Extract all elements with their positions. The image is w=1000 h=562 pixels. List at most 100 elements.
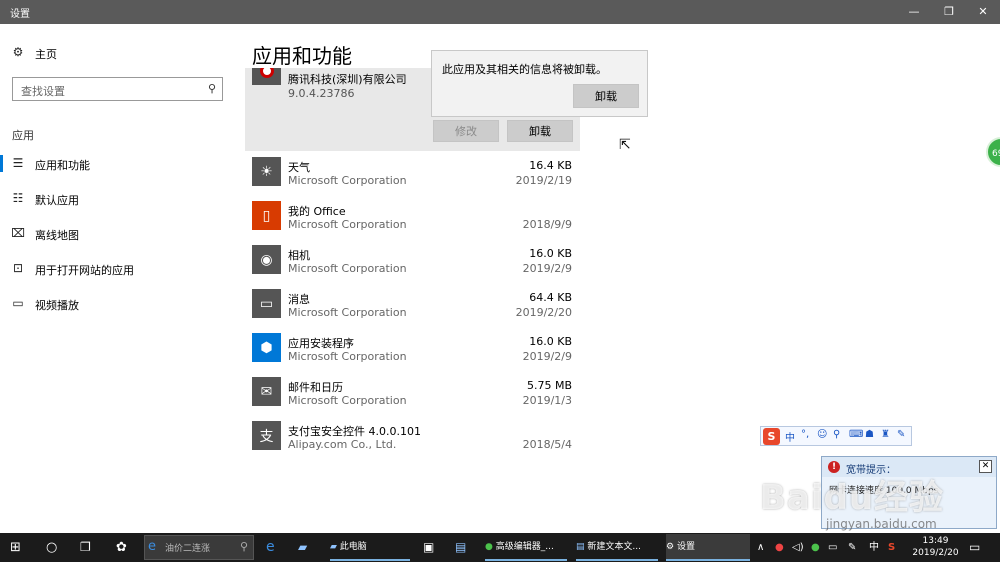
sidebar-item-home[interactable]: ⚙ 主页 — [0, 38, 240, 68]
sidebar-item-apps-features[interactable]: ☰ 应用和功能 — [0, 149, 240, 179]
tray-ime-indicator[interactable]: 中 — [869, 533, 879, 562]
sidebar-item-offline-maps[interactable]: ⌧ 离线地图 — [0, 219, 240, 249]
edge-icon: e — [148, 539, 156, 554]
pinwheel-icon[interactable]: ✿ — [116, 533, 127, 562]
app-publisher: Microsoft Corporation — [288, 350, 407, 363]
package-icon: ⬢ — [252, 333, 281, 362]
apps-list-icon: ☰ — [12, 156, 24, 170]
sidebar-item-label: 离线地图 — [35, 229, 79, 242]
app-publisher: Microsoft Corporation — [288, 218, 407, 231]
app-list-item[interactable]: ▯ 我的 Office Microsoft Corporation 2018/9/9 — [245, 199, 580, 243]
sidebar-item-video-playback[interactable]: ▭ 视频播放 — [0, 289, 240, 319]
keyboard-icon[interactable]: ⌨ — [849, 429, 863, 440]
sun-icon: ☀ — [252, 157, 281, 186]
search-icon: ⚲ — [207, 82, 216, 95]
edge-browser-icon[interactable]: e — [266, 533, 275, 562]
web-apps-icon: ⊡ — [12, 261, 24, 275]
sidebar-item-default-apps[interactable]: ☷ 默认应用 — [0, 184, 240, 214]
taskbar-clock[interactable]: 13:49 2019/2/20 — [908, 535, 963, 559]
app-name: 相机 — [288, 249, 310, 262]
default-apps-icon: ☷ — [12, 191, 24, 205]
wrench-icon[interactable]: ✎ — [897, 429, 905, 440]
alipay-icon: 支 — [252, 421, 281, 450]
taskbar-app-editor[interactable]: ● 高级编辑器_... — [485, 534, 567, 561]
volume-icon[interactable]: ◁) — [792, 533, 804, 562]
app-date: 2018/5/4 — [522, 438, 572, 451]
editor-app-icon: ● — [485, 542, 496, 552]
app-list-item[interactable]: 支支付宝安全控件 4.0.0.101 Alipay.com Co., Ltd. 20… — [245, 419, 580, 463]
window-title: 设置 — [10, 9, 30, 20]
taskbar-app-notepad[interactable]: ▤ 新建文本文... — [576, 534, 658, 561]
close-button[interactable]: ✕ — [966, 0, 1000, 24]
task-view-icon[interactable]: ❐ — [80, 533, 91, 562]
notification-close-button[interactable]: ✕ — [979, 460, 992, 473]
uninstall-confirm-popup: 此应用及其相关的信息将被卸载。 卸载 — [431, 50, 648, 117]
punctuation-icon[interactable]: °, — [801, 429, 809, 440]
ime-toolbar[interactable]: S 中 °, ☺ ⚲ ⌨ ☗ ♜ ✎ — [760, 426, 912, 446]
maximize-button[interactable]: ❐ — [932, 0, 966, 24]
app-size: 64.4 KB — [529, 291, 572, 304]
sidebar-item-label: 用于打开网站的应用 — [35, 264, 134, 277]
app-list-item[interactable]: ◉ 相机 Microsoft Corporation 16.0 KB 2019/2/9 — [245, 243, 580, 287]
mouse-cursor-icon: ⇱ — [619, 137, 631, 153]
settings-gear-icon: ⚙ — [666, 542, 677, 552]
app-publisher: Microsoft Corporation — [288, 394, 407, 407]
store-icon[interactable]: ▣ — [423, 533, 434, 562]
app-size: 16.0 KB — [529, 247, 572, 260]
this-pc-icon: ▰ — [330, 542, 340, 552]
app-list-item[interactable]: ✉ 邮件和日历 Microsoft Corporation 5.75 MB 2019/1… — [245, 375, 580, 419]
uninstall-button[interactable]: 卸载 — [507, 120, 573, 142]
baidu-watermark: Baidu经验 — [760, 478, 945, 518]
tray-expand-icon[interactable]: ∧ — [757, 533, 764, 562]
folder-icon[interactable]: ▰ — [298, 533, 307, 562]
sidebar-item-label: 应用和功能 — [35, 159, 90, 172]
floating-speed-bubble[interactable]: 69 — [986, 137, 1000, 167]
app-publisher: Alipay.com Co., Ltd. — [288, 438, 397, 451]
cortana-icon[interactable]: ○ — [46, 533, 57, 562]
taskbar-app-this-pc[interactable]: ▰ 此电脑 — [330, 534, 410, 561]
pen-icon[interactable]: ✎ — [848, 533, 856, 562]
sidebar-item-web-apps[interactable]: ⊡ 用于打开网站的应用 — [0, 254, 240, 284]
user-icon[interactable]: ☗ — [865, 429, 874, 440]
notepad-icon: ▤ — [576, 542, 588, 552]
office-icon: ▯ — [252, 201, 281, 230]
app-name: 邮件和日历 — [288, 381, 343, 394]
active-indicator — [0, 155, 3, 172]
search-placeholder: 查找设置 — [21, 85, 65, 98]
ime-mode[interactable]: 中 — [785, 429, 795, 444]
search-icon: ⚲ — [239, 540, 248, 553]
mail-icon: ✉ — [252, 377, 281, 406]
app-list-item[interactable]: ▭ 消息 Microsoft Corporation 64.4 KB 2019/2/20 — [245, 287, 580, 331]
tray-green-icon[interactable]: ● — [811, 533, 820, 562]
app-date: 2019/2/9 — [522, 262, 572, 275]
battery-icon[interactable]: ▭ — [828, 533, 837, 562]
modify-button[interactable]: 修改 — [433, 120, 499, 142]
action-center-icon[interactable]: ▭ — [969, 533, 980, 562]
camera-icon: ◉ — [252, 245, 281, 274]
app-size: 5.75 MB — [526, 379, 572, 392]
microphone-icon[interactable]: ⚲ — [833, 429, 840, 440]
section-header: 应用 — [12, 129, 34, 142]
emoji-icon[interactable]: ☺ — [817, 429, 827, 440]
app-publisher: 腾讯科技(深圳)有限公司 — [288, 73, 407, 86]
control-panel-icon[interactable]: ▤ — [455, 533, 466, 562]
sogou-tray-icon[interactable]: S — [888, 533, 895, 562]
clock-time: 13:49 — [922, 536, 949, 546]
sidebar-item-label: 视频播放 — [35, 299, 79, 312]
minimize-button[interactable]: — — [897, 0, 931, 24]
sidebar: ⚙ 主页 查找设置 ⚲ 应用 ☰ 应用和功能 ☷ 默认应用 ⌧ 离线地图 ⊡ 用… — [0, 24, 240, 533]
qq-icon — [252, 68, 281, 85]
app-name: 我的 Office — [288, 205, 346, 218]
app-list-item[interactable]: ⬢ 应用安装程序 Microsoft Corporation 16.0 KB 2019/… — [245, 331, 580, 375]
windows-start-icon[interactable]: ⊞ — [10, 533, 21, 562]
taskbar-app-settings[interactable]: ⚙ 设置 — [666, 534, 750, 561]
search-input[interactable]: 查找设置 ⚲ — [12, 77, 223, 101]
app-date: 2019/2/20 — [515, 306, 572, 319]
taskbar-search-box[interactable]: e 油价二连涨 ⚲ — [144, 535, 254, 560]
taskbar-search-placeholder: 油价二连涨 — [165, 544, 211, 554]
map-icon: ⌧ — [11, 226, 25, 240]
tray-app-icon[interactable]: ● — [775, 533, 784, 562]
skin-icon[interactable]: ♜ — [881, 429, 890, 440]
app-list-item[interactable]: ☀ 天气 Microsoft Corporation 16.4 KB 2019/2/19 — [245, 155, 580, 199]
confirm-uninstall-button[interactable]: 卸载 — [573, 84, 639, 108]
